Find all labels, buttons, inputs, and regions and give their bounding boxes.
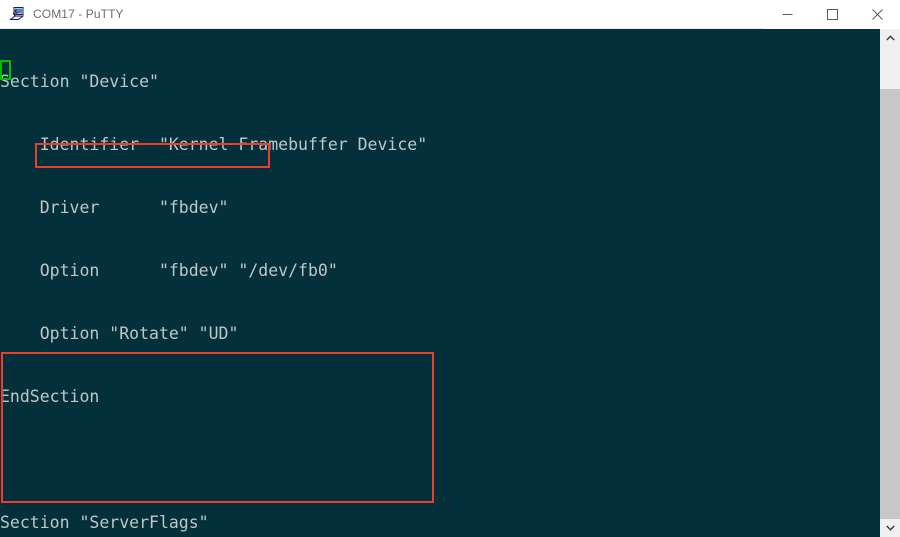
scrollbar-track[interactable] — [880, 89, 900, 519]
terminal-line: Identifier "Kernel Framebuffer Device" — [0, 135, 428, 154]
terminal-text: Section "Device" Identifier "Kernel Fram… — [0, 29, 427, 537]
terminal-screen[interactable]: Section "Device" Identifier "Kernel Fram… — [0, 29, 880, 537]
putty-window: COM17 - PuTTY Section "Device" Identifie… — [0, 0, 900, 537]
maximize-button[interactable] — [810, 0, 855, 29]
putty-icon — [9, 6, 25, 22]
vertical-scrollbar[interactable] — [880, 29, 900, 537]
terminal-line: Driver "fbdev" — [0, 198, 229, 217]
scroll-up-button[interactable] — [880, 29, 900, 47]
chevron-down-icon — [885, 525, 895, 531]
chevron-up-icon — [885, 35, 895, 41]
terminal-line: Option "fbdev" "/dev/fb0" — [0, 261, 338, 280]
scroll-down-button[interactable] — [880, 519, 900, 537]
terminal-line: Section "Device" — [0, 72, 159, 91]
terminal-line: EndSection — [0, 387, 100, 406]
title-bar[interactable]: COM17 - PuTTY — [0, 0, 900, 29]
minimize-button[interactable] — [765, 0, 810, 29]
terminal-line: Option "Rotate" "UD" — [0, 324, 239, 343]
window-controls — [765, 0, 900, 29]
terminal-line: Section "ServerFlags" — [0, 513, 209, 532]
window-title: COM17 - PuTTY — [33, 7, 124, 21]
close-button[interactable] — [855, 0, 900, 29]
